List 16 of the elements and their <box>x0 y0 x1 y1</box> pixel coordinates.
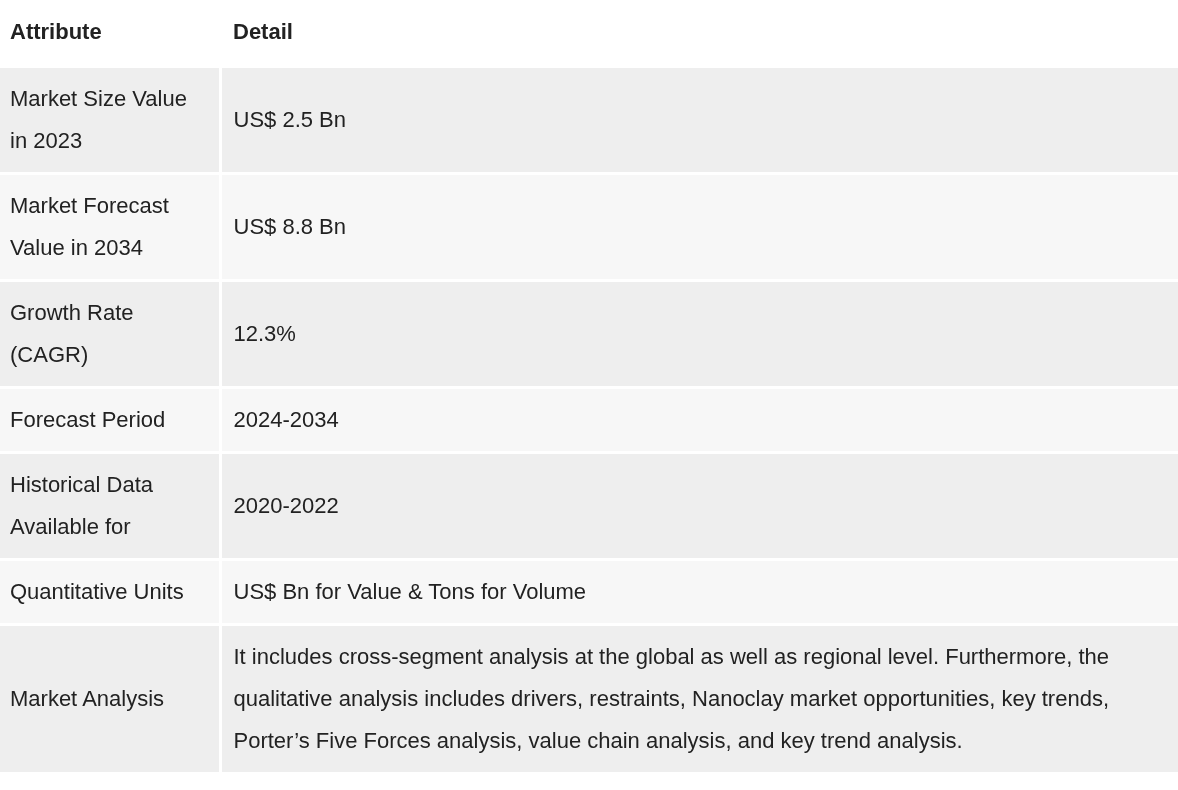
column-header: Detail <box>232 18 294 47</box>
table-cell: Quantitative Units <box>0 559 220 624</box>
table-cell: 2024-2034 <box>220 387 1178 452</box>
table-cell: 2020-2022 <box>220 452 1178 559</box>
table-cell: Growth Rate (CAGR) <box>0 280 220 387</box>
table-cell: 12.3% <box>220 280 1178 387</box>
table-cell: It includes cross-segment analysis at the global as well as regional level. Furthermore, the qualitative analysis includes drivers, restraints, Nanoclay market opportunities, key trends, Porter’s Five Forces analysis, value chain analysis, and key trend analysis. <box>220 624 1178 772</box>
table-cell: Market Forecast Value in 2034 <box>0 173 220 280</box>
table-cell: Market Analysis <box>0 624 220 772</box>
table-cell: US$ 8.8 Bn <box>220 173 1178 280</box>
table-cell: Market Size Value in 2023 <box>0 66 220 173</box>
table-cell: Historical Data Available for <box>0 452 220 559</box>
column-header: Attribute <box>9 18 103 47</box>
table-cell: US$ Bn for Value & Tons for Volume <box>220 559 1178 624</box>
table-cell: US$ 2.5 Bn <box>220 66 1178 173</box>
table-cell: Forecast Period <box>0 387 220 452</box>
